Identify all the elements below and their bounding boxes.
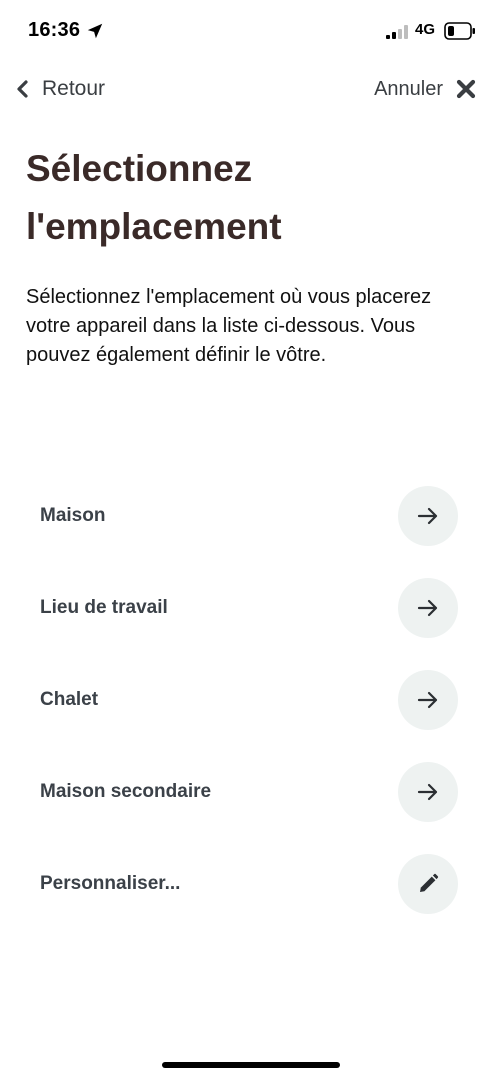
option-arrow-button[interactable] (398, 762, 458, 822)
arrow-right-icon (417, 599, 438, 617)
location-options-list: Maison Lieu de travail Chalet Maison sec… (0, 470, 499, 930)
option-arrow-button[interactable] (398, 670, 458, 730)
back-button[interactable]: Retour (14, 74, 105, 104)
signal-strength-icon (386, 25, 408, 39)
option-maison[interactable]: Maison (0, 470, 499, 562)
page-description: Sélectionnez l'emplacement où vous place… (26, 286, 432, 366)
option-maison-secondaire[interactable]: Maison secondaire (0, 746, 499, 838)
option-label: Lieu de travail (40, 597, 168, 618)
option-label: Chalet (40, 689, 99, 710)
battery-icon (444, 22, 475, 40)
option-chalet[interactable]: Chalet (0, 654, 499, 746)
close-icon (456, 79, 476, 99)
option-edit-button[interactable] (398, 854, 458, 914)
location-arrow-icon (87, 23, 103, 39)
cancel-label: Annuler (374, 77, 443, 100)
arrow-right-icon (417, 783, 438, 801)
option-lieu-de-travail[interactable]: Lieu de travail (0, 562, 499, 654)
back-label: Retour (42, 77, 106, 100)
pencil-icon (420, 873, 439, 892)
home-indicator[interactable] (162, 1062, 340, 1068)
arrow-right-icon (417, 691, 438, 709)
cancel-button[interactable]: Annuler (374, 74, 477, 104)
chevron-left-icon (17, 80, 28, 98)
navigation-bar: Retour Annuler (0, 70, 499, 108)
option-arrow-button[interactable] (398, 486, 458, 546)
status-time: 16:36 (28, 19, 81, 41)
arrow-right-icon (417, 507, 438, 525)
option-label: Maison secondaire (40, 781, 212, 802)
status-bar: 16:36 4G (0, 0, 499, 62)
option-label: Personnaliser... (40, 873, 181, 894)
location-selection-screen: 16:36 4G Retour Annuler Sélectionnez l'e… (0, 0, 499, 1080)
option-personnaliser[interactable]: Personnaliser... (0, 838, 499, 930)
option-label: Maison (40, 505, 106, 526)
option-arrow-button[interactable] (398, 578, 458, 638)
network-type: 4G (415, 21, 436, 38)
page-title: Sélectionnez l'emplacement (26, 148, 282, 247)
